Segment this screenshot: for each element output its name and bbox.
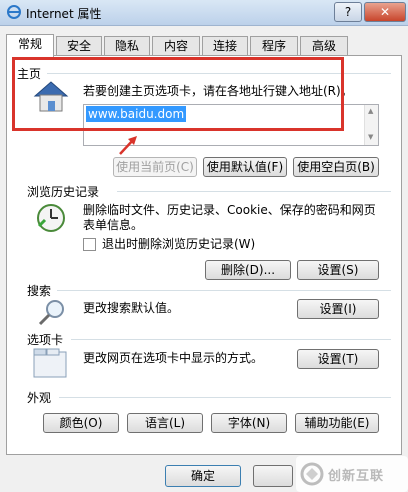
history-description-line1: 删除临时文件、历史记录、Cookie、保存的密码和网页 — [83, 203, 376, 217]
ok-button[interactable]: 确定 — [165, 465, 241, 487]
tab-content[interactable]: 内容 — [152, 36, 200, 56]
languages-button[interactable]: 语言(L) — [127, 413, 203, 433]
homepage-url-text: www.baidu.dom — [86, 106, 187, 122]
tabs-section-label: 选项卡 — [27, 333, 64, 347]
scroll-down-icon[interactable]: ▼ — [368, 133, 373, 141]
tab-programs[interactable]: 程序 — [250, 36, 298, 56]
tab-general[interactable]: 常规 — [6, 34, 54, 57]
appearance-divider — [59, 397, 391, 398]
help-button[interactable]: ? — [334, 2, 362, 22]
colors-button[interactable]: 颜色(O) — [43, 413, 119, 433]
tab-security[interactable]: 安全 — [56, 36, 102, 56]
use-blank-button[interactable]: 使用空白页(B) — [293, 157, 379, 177]
tabbed-window-icon — [33, 348, 67, 378]
title-bar[interactable]: Internet 属性 ? ✕ — [0, 0, 408, 26]
history-divider — [117, 191, 391, 192]
delete-on-exit-checkbox[interactable] — [83, 238, 96, 251]
cancel-button[interactable] — [253, 465, 293, 487]
magnifier-icon — [38, 300, 64, 326]
watermark: 创新互联 — [296, 456, 408, 492]
search-section-label: 搜索 — [27, 284, 52, 298]
appearance-section-label: 外观 — [27, 391, 52, 405]
tabs-divider — [71, 339, 391, 340]
close-button[interactable]: ✕ — [364, 2, 406, 22]
accessibility-button[interactable]: 辅助功能(E) — [295, 413, 379, 433]
homepage-description: 若要创建主页选项卡，请在各地址行键入地址(R)。 — [83, 84, 353, 98]
tab-connections[interactable]: 连接 — [202, 36, 248, 56]
history-settings-button[interactable]: 设置(S) — [297, 260, 379, 280]
use-current-button[interactable]: 使用当前页(C) — [113, 157, 197, 177]
tabs-settings-button[interactable]: 设置(T) — [297, 349, 379, 369]
internet-explorer-icon — [7, 5, 21, 19]
tab-advanced[interactable]: 高级 — [300, 36, 348, 56]
fonts-button[interactable]: 字体(N) — [211, 413, 287, 433]
history-section-label: 浏览历史记录 — [27, 185, 100, 199]
history-clock-icon — [37, 204, 65, 232]
delete-history-button[interactable]: 删除(D)... — [205, 260, 291, 280]
internet-options-window: Internet 属性 ? ✕ 常规 安全 隐私 内容 连接 程序 高级 主页 … — [0, 0, 408, 492]
annotation-arrow-icon — [119, 136, 137, 155]
window-title: Internet 属性 — [26, 7, 102, 21]
history-description-line2: 表单信息。 — [83, 218, 144, 232]
url-field-scrollbar[interactable]: ▲ ▼ — [364, 105, 378, 145]
search-description: 更改搜索默认值。 — [83, 301, 180, 315]
scroll-up-icon[interactable]: ▲ — [368, 107, 373, 115]
search-divider — [57, 290, 391, 291]
tab-privacy[interactable]: 隐私 — [104, 36, 150, 56]
use-default-button[interactable]: 使用默认值(F) — [203, 157, 287, 177]
home-icon — [33, 81, 69, 112]
delete-on-exit-label: 退出时删除浏览历史记录(W) — [102, 237, 256, 251]
general-tab-panel: 主页 若要创建主页选项卡，请在各地址行键入地址(R)。 www.baidu.do… — [6, 55, 402, 455]
watermark-logo-icon — [300, 462, 324, 486]
homepage-divider — [47, 73, 391, 74]
search-settings-button[interactable]: 设置(I) — [297, 299, 379, 319]
tabs-description: 更改网页在选项卡中显示的方式。 — [83, 351, 264, 365]
watermark-text: 创新互联 — [328, 469, 385, 484]
